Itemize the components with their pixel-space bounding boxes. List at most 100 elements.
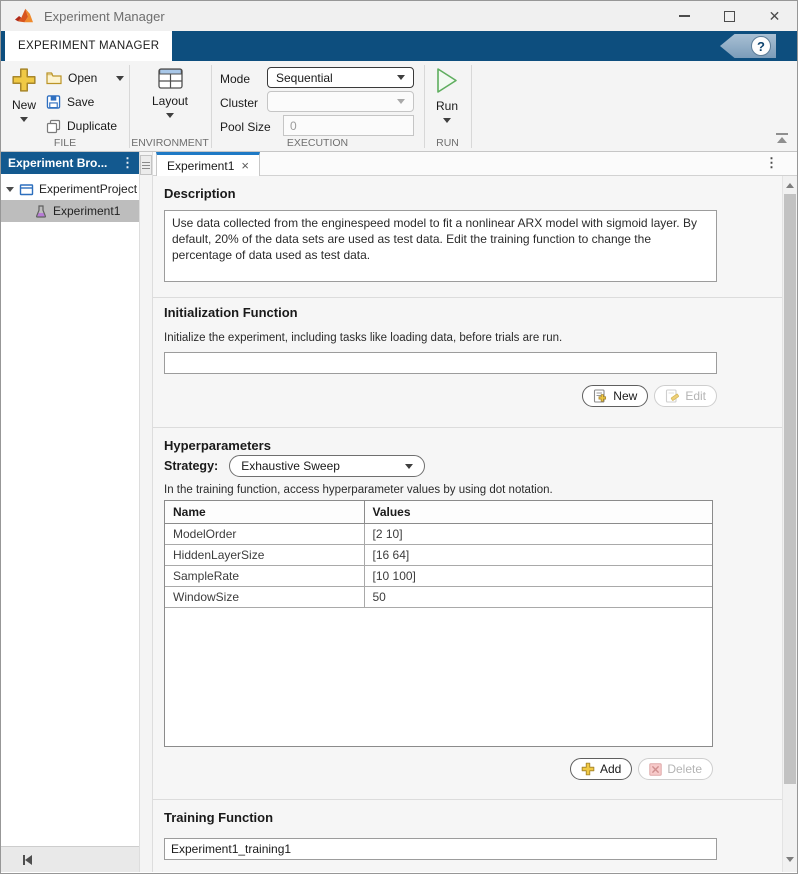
- close-button[interactable]: ✕: [752, 1, 797, 31]
- cluster-dropdown: [267, 91, 414, 112]
- scroll-up-icon: [786, 182, 794, 188]
- ribbon-separator: [471, 65, 472, 148]
- hyperparameters-table-header-row: Name Values: [165, 501, 712, 524]
- tab-experiment1[interactable]: Experiment1 ×: [156, 152, 260, 176]
- add-hyperparameter-button[interactable]: Add: [569, 758, 633, 780]
- open-dropdown-arrow-icon: [116, 75, 125, 81]
- hyperparameter-values-cell[interactable]: [10 100]: [364, 565, 712, 587]
- execution-section-label: EXECUTION: [286, 137, 349, 149]
- add-plus-icon: [581, 762, 595, 776]
- hyperparameters-buttons: Add Delete: [164, 758, 713, 780]
- initialization-function-input[interactable]: [164, 352, 717, 374]
- layout-dropdown-arrow-icon: [166, 113, 174, 118]
- section-divider: [153, 427, 797, 428]
- table-row[interactable]: WindowSize 50: [165, 586, 712, 608]
- new-plus-icon: [12, 68, 36, 92]
- panel-splitter[interactable]: [139, 152, 153, 872]
- scroll-up-button[interactable]: [783, 178, 797, 192]
- tree-item-project[interactable]: ExperimentProject: [1, 178, 139, 200]
- hyperparameter-name-cell[interactable]: ModelOrder: [165, 523, 365, 545]
- open-button[interactable]: Open: [46, 66, 125, 90]
- delete-hyperparameter-button: Delete: [638, 758, 713, 780]
- collapse-panel-arrow-icon: [25, 854, 32, 865]
- splitter-grip-icon[interactable]: [140, 155, 152, 175]
- description-heading: Description: [164, 186, 236, 201]
- tab-experiment-manager[interactable]: EXPERIMENT MANAGER: [5, 31, 173, 61]
- document-overflow-menu-icon[interactable]: ⋮: [765, 155, 778, 171]
- table-row[interactable]: HiddenLayerSize [16 64]: [165, 544, 712, 566]
- tab-experiment1-label: Experiment1: [167, 158, 235, 173]
- experiment-beaker-icon: [35, 204, 47, 218]
- run-play-icon: [437, 68, 457, 93]
- initialization-hint: Initialize the experiment, including tas…: [164, 332, 563, 344]
- hyperparameter-values-cell[interactable]: [16 64]: [364, 544, 712, 566]
- collapse-ribbon-icon: [776, 133, 788, 135]
- hyperparameter-name-cell[interactable]: HiddenLayerSize: [165, 544, 365, 566]
- tree-item-experiment1[interactable]: Experiment1: [1, 200, 139, 222]
- titlebar: Experiment Manager ✕: [1, 1, 797, 31]
- cluster-label: Cluster: [220, 96, 259, 110]
- strategy-dropdown[interactable]: Exhaustive Sweep: [229, 455, 426, 477]
- table-row[interactable]: ModelOrder [2 10]: [165, 523, 712, 545]
- training-function-input[interactable]: [164, 838, 717, 860]
- close-icon: ✕: [768, 8, 781, 24]
- ribbon-section-execution: Mode Sequential Cluster Pool Size EXECUT…: [211, 61, 424, 151]
- mode-dropdown[interactable]: Sequential: [267, 67, 414, 88]
- ribbon-tabstrip: EXPERIMENT MANAGER ?: [1, 31, 797, 61]
- strategy-label: Strategy:: [164, 459, 219, 473]
- run-button[interactable]: Run: [428, 67, 466, 123]
- panel-bottom-bar: [1, 846, 139, 872]
- collapse-panel-button[interactable]: [23, 854, 32, 865]
- strategy-row: Strategy: Exhaustive Sweep: [164, 455, 797, 477]
- new-function-label: New: [613, 389, 638, 403]
- duplicate-button-label: Duplicate: [67, 119, 118, 133]
- hyperparameter-name-cell[interactable]: SampleRate: [165, 565, 365, 587]
- hyperparameters-table: Name Values ModelOrder [2 10] HiddenLaye…: [164, 500, 713, 747]
- hyperparameter-values-cell[interactable]: [2 10]: [364, 523, 712, 545]
- file-rows: Open Save Duplicate: [46, 66, 125, 138]
- save-button[interactable]: Save: [46, 90, 124, 114]
- mode-dropdown-arrow-icon: [397, 75, 405, 80]
- document-content: Description Use data collected from the …: [153, 176, 797, 872]
- matlab-logo-icon: [15, 8, 33, 23]
- open-folder-icon: [46, 72, 62, 85]
- tab-close-icon[interactable]: ×: [241, 159, 249, 172]
- column-header-values[interactable]: Values: [364, 501, 712, 524]
- add-button-label: Add: [599, 762, 622, 776]
- layout-button[interactable]: Layout: [151, 68, 189, 118]
- table-row[interactable]: SampleRate [10 100]: [165, 565, 712, 587]
- save-floppy-icon: [46, 95, 61, 109]
- training-heading: Training Function: [164, 810, 274, 825]
- ribbon-section-file: New Open Save Duplicate FILE: [1, 61, 129, 151]
- pool-size-label: Pool Size: [220, 120, 271, 134]
- open-button-label: Open: [68, 71, 98, 85]
- layout-grid-icon: [157, 68, 183, 89]
- vertical-scrollbar[interactable]: [782, 176, 797, 872]
- experiment-browser-header: Experiment Bro... ⋮: [1, 152, 139, 174]
- help-icon: ?: [751, 36, 771, 56]
- delete-x-icon: [649, 762, 663, 776]
- column-header-name[interactable]: Name: [165, 501, 365, 524]
- scrollbar-thumb[interactable]: [784, 194, 796, 784]
- duplicate-button[interactable]: Duplicate: [46, 114, 124, 138]
- new-function-button[interactable]: New: [582, 385, 649, 407]
- hyperparameter-name-cell[interactable]: WindowSize: [165, 586, 365, 608]
- minimize-icon: [679, 15, 690, 17]
- project-label: ExperimentProject: [39, 182, 138, 196]
- edit-function-icon: [666, 388, 680, 403]
- duplicate-copy-icon: [46, 119, 61, 133]
- maximize-button[interactable]: [707, 1, 752, 31]
- initialization-heading: Initialization Function: [164, 305, 298, 320]
- chevron-down-icon[interactable]: [6, 186, 14, 192]
- collapse-ribbon-button[interactable]: [775, 133, 789, 143]
- hyperparameter-values-cell[interactable]: 50: [364, 586, 712, 608]
- edit-function-label: Edit: [685, 389, 706, 403]
- description-textarea[interactable]: Use data collected from the enginespeed …: [164, 210, 717, 282]
- scroll-down-button[interactable]: [783, 852, 797, 866]
- save-button-label: Save: [67, 95, 95, 109]
- browser-overflow-menu-icon[interactable]: ⋮: [121, 155, 134, 171]
- hyperparameters-hint: In the training function, access hyperpa…: [164, 484, 553, 496]
- new-button[interactable]: New: [5, 67, 43, 122]
- minimize-button[interactable]: [662, 1, 707, 31]
- help-button[interactable]: ?: [720, 34, 776, 58]
